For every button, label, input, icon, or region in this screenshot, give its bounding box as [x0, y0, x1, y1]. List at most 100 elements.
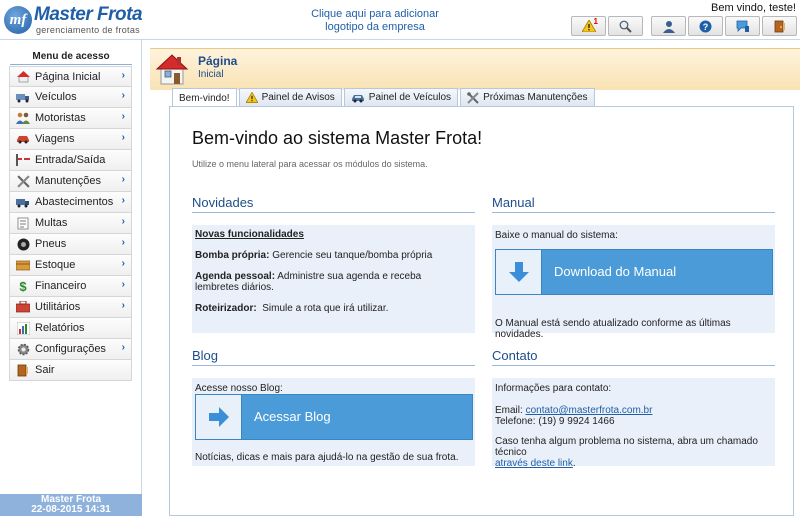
- logo-tagline: gerenciamento de frotas: [36, 25, 140, 35]
- svg-text:?: ?: [703, 22, 709, 32]
- notifications-button[interactable]: 1: [571, 16, 606, 36]
- welcome-user: Bem vindo, teste!: [711, 2, 796, 14]
- sidebar-item-label: Abastecimentos: [35, 196, 114, 208]
- sidebar-item-estoque[interactable]: Estoque ›: [9, 255, 132, 276]
- user-icon: [662, 20, 675, 33]
- sidebar-item-abastecimentos[interactable]: Abastecimentos ›: [9, 192, 132, 213]
- sidebar: Menu de acesso Página Inicial › Veículos › M…: [0, 40, 142, 516]
- sidebar-item-label: Utilitários: [35, 301, 81, 313]
- feedback-icon: [736, 20, 749, 32]
- help-button[interactable]: ?: [688, 16, 723, 36]
- submenu-arrow-icon: ›: [121, 216, 125, 227]
- tab-label: Painel de Veículos: [368, 92, 452, 103]
- download-manual-button[interactable]: Download do Manual: [495, 249, 773, 295]
- add-logo-line2: logotipo da empresa: [325, 21, 425, 33]
- blog-box: Acesse nosso Blog: Acessar Blog Notícias…: [192, 378, 475, 466]
- exit-icon: [774, 20, 785, 32]
- trip-icon: [16, 132, 30, 146]
- sidebar-item-viagens[interactable]: Viagens ›: [9, 129, 132, 150]
- gate-icon: [16, 153, 30, 167]
- sidebar-item-label: Página Inicial: [35, 70, 101, 83]
- fuel-icon: [16, 195, 30, 209]
- email-link[interactable]: contato@masterfrota.com.br: [526, 405, 653, 416]
- contato-box: Informações para contato: Email: contato…: [492, 378, 775, 469]
- sidebar-item-label: Viagens: [35, 133, 75, 145]
- sidebar-item-veiculos[interactable]: Veículos ›: [9, 87, 132, 108]
- support-ticket-link[interactable]: através deste link: [495, 458, 573, 469]
- novidade-item: Bomba própria: Gerencie seu tanque/bomba…: [195, 250, 433, 261]
- logo-mark-icon: mf: [4, 6, 32, 34]
- submenu-arrow-icon: ›: [121, 111, 125, 122]
- submenu-arrow-icon: ›: [121, 195, 125, 206]
- tools-icon: [16, 174, 30, 188]
- search-button[interactable]: [608, 16, 643, 36]
- main-content: Página Inicial Bem-vindo! Painel de Avis…: [142, 40, 800, 516]
- sidebar-footer: Master Frota 22-08-2015 14:31: [0, 494, 142, 516]
- sidebar-item-pneus[interactable]: Pneus ›: [9, 234, 132, 255]
- novidades-box: Novas funcionalidades Bomba própria: Ger…: [192, 225, 475, 333]
- access-blog-label: Acessar Blog: [254, 409, 331, 424]
- submenu-arrow-icon: ›: [121, 174, 125, 185]
- footer-datetime: 22-08-2015 14:31: [31, 504, 111, 515]
- sidebar-item-entrada-saida[interactable]: Entrada/Saída: [9, 150, 132, 171]
- truck-icon: [16, 90, 30, 104]
- tab-bem-vindo[interactable]: Bem-vindo!: [172, 88, 237, 107]
- fine-icon: [16, 216, 30, 230]
- feedback-button[interactable]: [725, 16, 760, 36]
- sidebar-item-sair[interactable]: Sair: [9, 360, 132, 381]
- search-icon: [619, 20, 632, 33]
- top-header: mf Master Frota gerenciamento de frotas …: [0, 0, 800, 40]
- sidebar-item-multas[interactable]: Multas ›: [9, 213, 132, 234]
- sidebar-item-utilitarios[interactable]: Utilitários ›: [9, 297, 132, 318]
- contato-heading: Contato: [492, 348, 775, 366]
- user-profile-button[interactable]: [651, 16, 686, 36]
- tab-painel-veiculos[interactable]: Painel de Veículos: [343, 88, 459, 106]
- money-icon: $: [16, 279, 30, 293]
- download-manual-label: Download do Manual: [554, 264, 677, 279]
- tab-proximas-manutencoes[interactable]: Próximas Manutenções: [460, 88, 595, 106]
- sidebar-item-financeiro[interactable]: $ Financeiro ›: [9, 276, 132, 297]
- sidebar-item-label: Financeiro: [35, 280, 87, 292]
- blog-note: Notícias, dicas e mais para ajudá-lo na …: [195, 452, 459, 463]
- manual-lead: Baixe o manual do sistema:: [495, 230, 618, 241]
- logo-name: Master Frota: [34, 4, 143, 25]
- add-company-logo-link[interactable]: Clique aqui para adicionar logotipo da e…: [290, 8, 460, 34]
- sidebar-item-label: Configurações: [35, 343, 106, 355]
- sidebar-item-label: Motoristas: [35, 112, 86, 124]
- sidebar-item-label: Sair: [35, 364, 55, 376]
- utilities-icon: [16, 300, 30, 314]
- sidebar-item-label: Multas: [35, 217, 68, 229]
- submenu-arrow-icon: ›: [121, 300, 125, 311]
- sidebar-item-relatorios[interactable]: Relatórios: [9, 318, 132, 339]
- menu-title: Menu de acesso: [10, 51, 132, 65]
- access-blog-button[interactable]: Acessar Blog: [195, 394, 473, 440]
- arrow-right-icon: [196, 395, 242, 439]
- drivers-icon: [16, 111, 30, 125]
- contato-email-row: Email: contato@masterfrota.com.br: [495, 405, 653, 416]
- notification-badge: 1: [593, 17, 598, 26]
- svg-text:$: $: [19, 279, 27, 293]
- submenu-arrow-icon: ›: [121, 342, 125, 353]
- tab-painel-avisos[interactable]: Painel de Avisos: [238, 88, 342, 106]
- home-icon: [16, 70, 30, 84]
- page-subtitle: Inicial: [198, 69, 224, 80]
- page-title: Página: [198, 54, 238, 68]
- add-logo-line1: Clique aqui para adicionar: [311, 8, 439, 20]
- tab-bar: Bem-vindo! Painel de Avisos Painel de Ve…: [172, 88, 595, 107]
- sidebar-item-pagina-inicial[interactable]: Página Inicial ›: [9, 66, 132, 87]
- submenu-arrow-icon: ›: [121, 237, 125, 248]
- sidebar-item-label: Relatórios: [35, 322, 85, 334]
- sidebar-item-label: Veículos: [35, 91, 77, 103]
- tire-icon: [16, 237, 30, 251]
- sidebar-item-configuracoes[interactable]: Configurações ›: [9, 339, 132, 360]
- novidade-item: Roteirizador: Simule a rota que irá util…: [195, 303, 389, 314]
- stock-icon: [16, 258, 30, 272]
- sidebar-item-manutencoes[interactable]: Manutenções ›: [9, 171, 132, 192]
- submenu-arrow-icon: ›: [121, 258, 125, 269]
- manual-note: O Manual está sendo atualizado conforme …: [495, 318, 731, 340]
- sidebar-item-motoristas[interactable]: Motoristas ›: [9, 108, 132, 129]
- app-logo[interactable]: mf Master Frota gerenciamento de frotas: [4, 4, 143, 36]
- warning-icon: [245, 92, 258, 103]
- blog-heading: Blog: [192, 348, 475, 366]
- exit-button[interactable]: [762, 16, 797, 36]
